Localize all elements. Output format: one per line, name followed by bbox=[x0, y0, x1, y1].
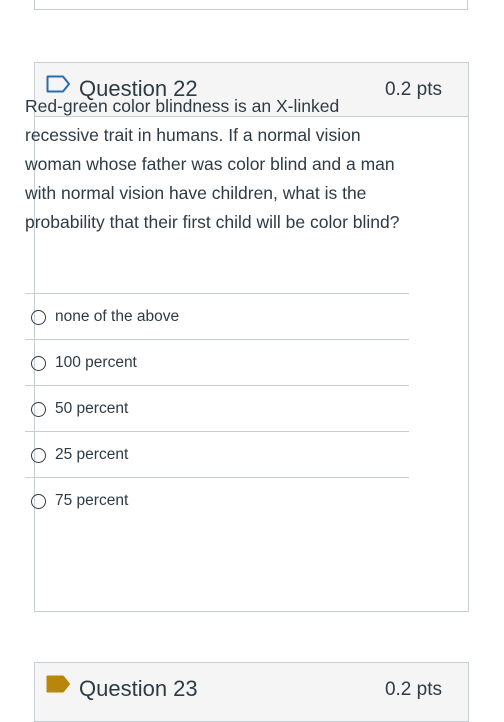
radio-unchecked-icon[interactable] bbox=[31, 310, 46, 325]
radio-unchecked-icon[interactable] bbox=[31, 356, 46, 371]
answer-option[interactable]: 25 percent bbox=[25, 431, 409, 477]
radio-unchecked-icon[interactable] bbox=[31, 402, 46, 417]
answer-label: 100 percent bbox=[55, 353, 137, 371]
answer-option[interactable]: none of the above bbox=[25, 293, 409, 339]
next-question-card: Question 23 0.2 pts bbox=[34, 662, 469, 722]
answer-option[interactable]: 75 percent bbox=[25, 477, 409, 523]
answer-option[interactable]: 50 percent bbox=[25, 385, 409, 431]
radio-unchecked-icon[interactable] bbox=[31, 494, 46, 509]
question-text: Red-green color blindness is an X-linked… bbox=[25, 96, 400, 232]
next-question-points: 0.2 pts bbox=[384, 679, 442, 700]
flag-outline-icon[interactable] bbox=[46, 75, 71, 93]
answer-label: 50 percent bbox=[55, 399, 129, 417]
previous-question-card bbox=[34, 0, 468, 10]
answer-label: none of the above bbox=[55, 307, 180, 325]
next-question-title: Question 23 bbox=[79, 676, 198, 701]
answer-label: 25 percent bbox=[55, 445, 129, 463]
answer-list: none of the above 100 percent 50 percent… bbox=[25, 293, 409, 523]
answer-option[interactable]: 100 percent bbox=[25, 339, 409, 385]
radio-unchecked-icon[interactable] bbox=[31, 448, 46, 463]
answer-label: 75 percent bbox=[55, 491, 129, 509]
flag-filled-icon[interactable] bbox=[46, 675, 71, 693]
